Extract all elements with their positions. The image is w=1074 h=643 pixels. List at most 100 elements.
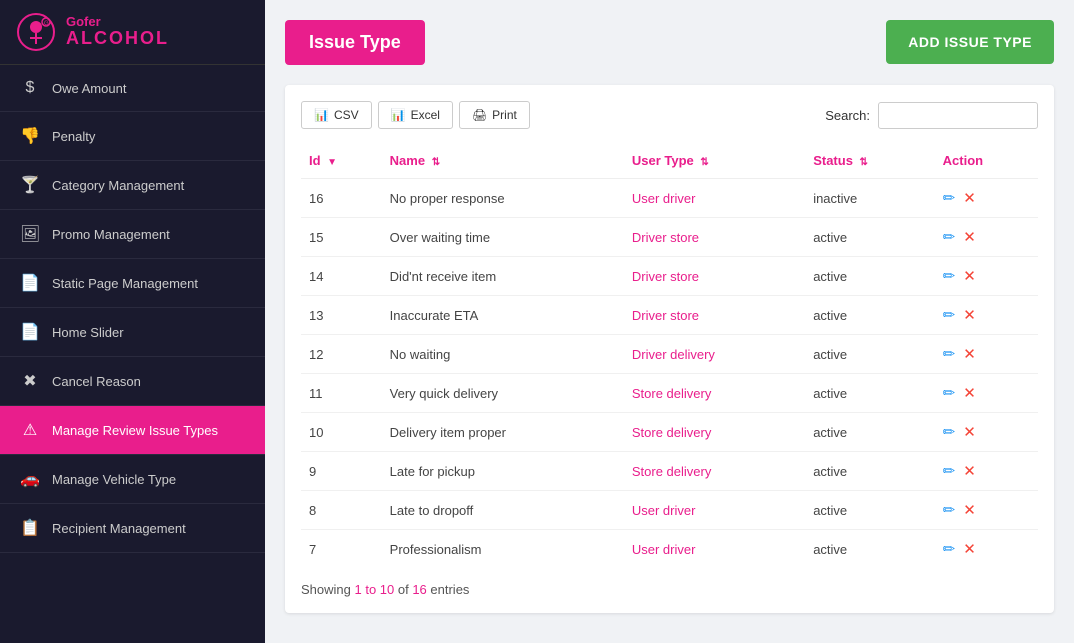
delete-icon[interactable]: ✕	[963, 384, 976, 402]
table-row: 12 No waiting Driver delivery active ✏ ✕	[301, 335, 1038, 374]
delete-icon[interactable]: ✕	[963, 306, 976, 324]
user-type-link[interactable]: User driver	[632, 191, 696, 206]
excel-button[interactable]: 📊 Excel	[378, 101, 453, 129]
main-content: Issue Type ADD ISSUE TYPE 📊 CSV 📊 Excel …	[265, 0, 1074, 643]
user-type-link[interactable]: Store delivery	[632, 386, 711, 401]
sidebar-item-label: Home Slider	[52, 325, 124, 340]
edit-icon[interactable]: ✏	[943, 423, 956, 441]
print-button[interactable]: 🖨 Print	[459, 101, 530, 129]
edit-icon[interactable]: ✏	[943, 306, 956, 324]
sidebar-item-promo-management[interactable]: 🖼 Promo Management	[0, 210, 265, 259]
user-type-link[interactable]: Store delivery	[632, 464, 711, 479]
footer-prefix: Showing	[301, 582, 354, 597]
footer-mid: of	[394, 582, 412, 597]
cell-name: Over waiting time	[382, 218, 624, 257]
table-row: 10 Delivery item proper Store delivery a…	[301, 413, 1038, 452]
csv-button[interactable]: 📊 CSV	[301, 101, 372, 129]
sidebar-item-home-slider[interactable]: 📄 Home Slider	[0, 308, 265, 357]
cell-name: No waiting	[382, 335, 624, 374]
edit-icon[interactable]: ✏	[943, 540, 956, 558]
cell-action: ✏ ✕	[935, 491, 1038, 530]
delete-icon[interactable]: ✕	[963, 228, 976, 246]
car-icon: 🚗	[20, 469, 40, 489]
user-type-link[interactable]: User driver	[632, 542, 696, 557]
cell-action: ✏ ✕	[935, 374, 1038, 413]
search-input[interactable]	[878, 102, 1038, 129]
cell-name: Professionalism	[382, 530, 624, 569]
id-sort-icon: ▼	[327, 157, 337, 168]
cell-status: active	[805, 335, 934, 374]
footer-range: 1 to 10	[354, 582, 394, 597]
delete-icon[interactable]: ✕	[963, 540, 976, 558]
delete-icon[interactable]: ✕	[963, 462, 976, 480]
cell-action: ✏ ✕	[935, 218, 1038, 257]
cell-id: 11	[301, 374, 382, 413]
edit-icon[interactable]: ✏	[943, 228, 956, 246]
cell-id: 8	[301, 491, 382, 530]
page-header: Issue Type ADD ISSUE TYPE	[285, 20, 1054, 65]
edit-icon[interactable]: ✏	[943, 384, 956, 402]
dollar-icon: $	[20, 79, 40, 97]
sidebar-item-static-page-management[interactable]: 📄 Static Page Management	[0, 259, 265, 308]
sidebar-item-label: Manage Vehicle Type	[52, 472, 176, 487]
edit-icon[interactable]: ✏	[943, 462, 956, 480]
cell-user-type: User driver	[624, 491, 805, 530]
edit-icon[interactable]: ✏	[943, 189, 956, 207]
cell-user-type: Driver store	[624, 218, 805, 257]
col-name: Name ⇅	[382, 143, 624, 179]
table-row: 8 Late to dropoff User driver active ✏ ✕	[301, 491, 1038, 530]
table-row: 15 Over waiting time Driver store active…	[301, 218, 1038, 257]
toolbar: 📊 CSV 📊 Excel 🖨 Print Search:	[301, 101, 1038, 129]
footer-total: 16	[412, 582, 426, 597]
cell-action: ✏ ✕	[935, 530, 1038, 569]
sidebar-item-label: Manage Review Issue Types	[52, 423, 218, 438]
sidebar-item-recipient-management[interactable]: 📋 Recipient Management	[0, 504, 265, 553]
table-row: 13 Inaccurate ETA Driver store active ✏ …	[301, 296, 1038, 335]
page-icon: 📄	[20, 273, 40, 293]
sidebar-item-label: Static Page Management	[52, 276, 198, 291]
sidebar-item-manage-vehicle-type[interactable]: 🚗 Manage Vehicle Type	[0, 455, 265, 504]
sidebar-item-cancel-reason[interactable]: ✖ Cancel Reason	[0, 357, 265, 406]
export-buttons: 📊 CSV 📊 Excel 🖨 Print	[301, 101, 530, 129]
table-row: 11 Very quick delivery Store delivery ac…	[301, 374, 1038, 413]
logo-icon: G	[16, 12, 56, 52]
edit-icon[interactable]: ✏	[943, 345, 956, 363]
table-container: 📊 CSV 📊 Excel 🖨 Print Search:	[285, 85, 1054, 613]
warning-icon: ⚠	[20, 420, 40, 440]
user-type-link[interactable]: Driver store	[632, 269, 699, 284]
col-status: Status ⇅	[805, 143, 934, 179]
cell-status: active	[805, 491, 934, 530]
cell-status: active	[805, 296, 934, 335]
cell-name: Late for pickup	[382, 452, 624, 491]
table-row: 16 No proper response User driver inacti…	[301, 179, 1038, 218]
print-label: Print	[492, 108, 517, 122]
user-type-link[interactable]: Driver store	[632, 308, 699, 323]
sidebar-item-label: Category Management	[52, 178, 184, 193]
excel-label: Excel	[411, 108, 440, 122]
logo-alcohol: ALCOHOL	[66, 29, 169, 49]
delete-icon[interactable]: ✕	[963, 189, 976, 207]
cell-name: Did'nt receive item	[382, 257, 624, 296]
edit-icon[interactable]: ✏	[943, 267, 956, 285]
cell-user-type: User driver	[624, 179, 805, 218]
user-type-link[interactable]: Store delivery	[632, 425, 711, 440]
user-type-link[interactable]: Driver store	[632, 230, 699, 245]
sidebar-item-manage-review-issue-types[interactable]: ⚠ Manage Review Issue Types	[0, 406, 265, 455]
sidebar-item-penalty[interactable]: 👎 Penalty	[0, 112, 265, 161]
sidebar-item-owe-amount[interactable]: $ Owe Amount	[0, 65, 265, 112]
edit-icon[interactable]: ✏	[943, 501, 956, 519]
add-issue-type-button[interactable]: ADD ISSUE TYPE	[886, 20, 1054, 64]
sidebar-item-label: Recipient Management	[52, 521, 186, 536]
user-type-link[interactable]: User driver	[632, 503, 696, 518]
table-header-row: Id ▼ Name ⇅ User Type ⇅ Status ⇅ Action	[301, 143, 1038, 179]
user-type-link[interactable]: Driver delivery	[632, 347, 715, 362]
delete-icon[interactable]: ✕	[963, 501, 976, 519]
csv-icon: 📊	[314, 108, 329, 122]
sidebar-item-label: Owe Amount	[52, 81, 126, 96]
col-id: Id ▼	[301, 143, 382, 179]
delete-icon[interactable]: ✕	[963, 267, 976, 285]
delete-icon[interactable]: ✕	[963, 345, 976, 363]
delete-icon[interactable]: ✕	[963, 423, 976, 441]
sidebar-item-category-management[interactable]: 🍸 Category Management	[0, 161, 265, 210]
cell-action: ✏ ✕	[935, 179, 1038, 218]
